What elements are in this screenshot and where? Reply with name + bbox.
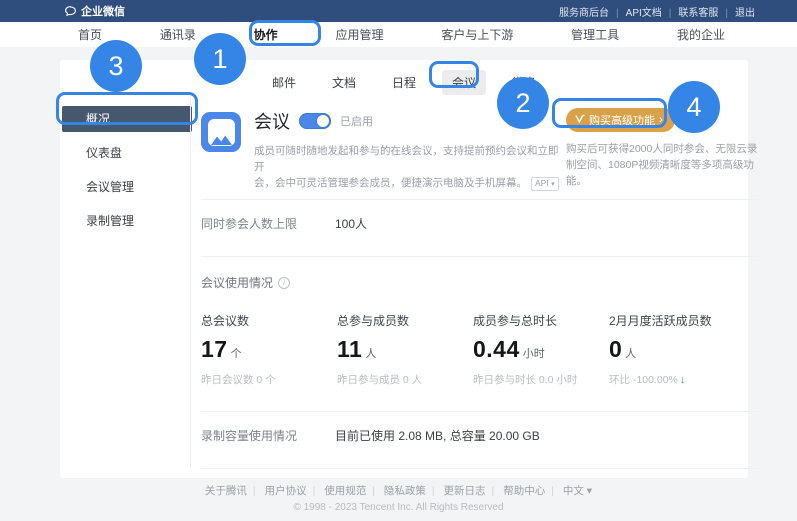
sidebar-item-recording-management[interactable]: 录制管理 — [62, 208, 190, 234]
sidebar: 概况 仪表盘 会议管理 录制管理 — [60, 98, 190, 469]
chat-bubble-icon — [64, 5, 77, 18]
footer-links: 关于腾讯 用户协议 使用规范 隐私政策 更新日志 帮助中心 中文 ▾ — [0, 483, 797, 498]
sidebar-item-meeting-management[interactable]: 会议管理 — [62, 174, 190, 200]
usage-stats: 总会议数 17个 昨日会议数 0 个 总参与成员数 11人 昨日参与成员 0 人… — [201, 312, 762, 387]
usage-title-text: 会议使用情况 — [201, 274, 273, 291]
topbar: 企业微信 服务商后台 API文档 联系客服 退出 — [0, 0, 797, 22]
nav-item-app-management[interactable]: 应用管理 — [335, 26, 383, 43]
annotation-step-2: 2 — [497, 77, 549, 129]
footer-link-changelog[interactable]: 更新日志 — [444, 485, 501, 497]
recording-capacity-row: 录制容量使用情况 目前已使用 2.08 MB, 总容量 20.00 GB — [201, 412, 762, 460]
annotation-step-4: 4 — [668, 81, 720, 133]
nav-item-contacts[interactable]: 通讯录 — [160, 26, 196, 43]
recording-capacity-label: 录制容量使用情况 — [201, 427, 335, 444]
stat-value: 11 — [337, 336, 362, 362]
trend-down-arrow-icon: ↓ — [680, 374, 686, 386]
stat-unit: 小时 — [523, 348, 545, 360]
recording-capacity-value: 目前已使用 2.08 MB, 总容量 20.00 GB — [335, 427, 540, 444]
stat-value: 0.44 — [473, 336, 520, 362]
stat-label: 成员参与总时长 — [473, 312, 609, 329]
stat-unit: 人 — [625, 348, 636, 360]
annotation-box-meeting-tab — [429, 61, 479, 88]
stat-label: 2月月度活跃成员数 — [609, 312, 745, 329]
stat-unit: 个 — [231, 348, 242, 360]
nav-item-home[interactable]: 首页 — [78, 26, 102, 43]
footer-link-privacy[interactable]: 隐私政策 — [384, 485, 441, 497]
copyright: © 1998 - 2023 Tencent Inc. All Rights Re… — [0, 502, 797, 513]
sidebar-item-dashboard[interactable]: 仪表盘 — [62, 140, 190, 166]
api-dropdown-tag[interactable]: API ▾ — [531, 177, 559, 191]
app-logo-text: 企业微信 — [81, 3, 125, 19]
participant-limit-value: 100人 — [335, 215, 367, 232]
topbar-link-api-docs[interactable]: API文档 — [626, 4, 679, 19]
annotation-box-buy-button — [552, 98, 667, 128]
stat-monthly-active: 2月月度活跃成员数 0人 环比 -100.00%↓ — [609, 312, 745, 387]
stat-value: 17 — [201, 336, 228, 362]
nav-item-my-company[interactable]: 我的企业 — [677, 26, 725, 43]
usage-section-title: 会议使用情况 i — [201, 274, 762, 291]
stat-label: 总会议数 — [201, 312, 337, 329]
toggle-knob — [317, 115, 329, 127]
tab-mail[interactable]: 邮件 — [262, 70, 306, 95]
stat-subtext: 环比 -100.00%↓ — [609, 372, 745, 387]
screen: 企业微信 服务商后台 API文档 联系客服 退出 首页 通讯录 协作 应用管理 … — [0, 0, 797, 521]
topbar-links: 服务商后台 API文档 联系客服 退出 — [559, 4, 755, 19]
stat-value: 0 — [609, 336, 622, 362]
card-body: 概况 仪表盘 会议管理 录制管理 — [60, 98, 748, 469]
nav-item-admin-tools[interactable]: 管理工具 — [571, 26, 619, 43]
main-panel: 会议 已启用 成员可随时随地发起和参与的在线会议，支持提前预约会议和立即开 会，… — [190, 98, 780, 469]
stat-subtext: 昨日会议数 0 个 — [201, 372, 337, 387]
topbar-link-logout[interactable]: 退出 — [735, 4, 755, 19]
meeting-app-icon — [201, 112, 241, 152]
annotation-step-3: 3 — [90, 40, 142, 92]
meeting-title: 会议 — [254, 108, 290, 134]
annotation-step-1: 1 — [194, 33, 246, 85]
participant-limit-label: 同时参会人数上限 — [201, 215, 335, 232]
info-icon[interactable]: i — [278, 277, 290, 289]
stat-total-duration: 成员参与总时长 0.44小时 昨日参与时长 0.0 小时 — [473, 312, 609, 387]
premium-description: 购买后可获得2000人同时参会、无限云录制空间、1080P视频清晰度等多项高级功… — [566, 141, 762, 189]
footer-link-user-agreement[interactable]: 用户协议 — [265, 485, 322, 497]
stat-subtext: 昨日参与时长 0.0 小时 — [473, 372, 609, 387]
participant-limit-row: 同时参会人数上限 100人 — [201, 200, 762, 248]
stat-label: 总参与成员数 — [337, 312, 473, 329]
footer: 关于腾讯 用户协议 使用规范 隐私政策 更新日志 帮助中心 中文 ▾ © 199… — [0, 483, 797, 513]
meeting-description-line2: 会，会中可灵活管理参会成员，便捷演示电脑及手机屏幕。 — [254, 177, 527, 189]
nav-item-customers[interactable]: 客户与上下游 — [441, 26, 513, 43]
chevron-down-icon: ▾ — [551, 181, 555, 188]
footer-link-about[interactable]: 关于腾讯 — [205, 485, 262, 497]
topbar-link-support[interactable]: 联系客服 — [678, 4, 735, 19]
enabled-toggle[interactable] — [299, 113, 331, 129]
meeting-description: 成员可随时随地发起和参与的在线会议，支持提前预约会议和立即开 会，会中可灵活管理… — [254, 143, 566, 191]
collaboration-tabs: 邮件 文档 日程 会议 微盘 — [60, 60, 748, 96]
tab-schedule[interactable]: 日程 — [382, 70, 426, 95]
stat-total-participants: 总参与成员数 11人 昨日参与成员 0 人 — [337, 312, 473, 387]
stat-unit: 人 — [365, 348, 376, 360]
meeting-peaks-icon — [208, 119, 235, 146]
stat-subtext: 昨日参与成员 0 人 — [337, 372, 473, 387]
stat-total-meetings: 总会议数 17个 昨日会议数 0 个 — [201, 312, 337, 387]
topbar-link-provider[interactable]: 服务商后台 — [559, 4, 626, 19]
divider — [201, 256, 762, 257]
annotation-box-collaboration — [249, 20, 321, 46]
annotation-box-overview — [56, 92, 198, 125]
app-logo[interactable]: 企业微信 — [64, 3, 125, 19]
divider — [201, 468, 762, 469]
enabled-status-label: 已启用 — [340, 113, 373, 129]
footer-link-help-center[interactable]: 帮助中心 — [503, 485, 560, 497]
footer-language-selector[interactable]: 中文 ▾ — [563, 485, 592, 497]
tab-docs[interactable]: 文档 — [322, 70, 366, 95]
footer-link-usage-rules[interactable]: 使用规范 — [324, 485, 381, 497]
meeting-description-line1: 成员可随时随地发起和参与的在线会议，支持提前预约会议和立即开 — [254, 145, 559, 173]
